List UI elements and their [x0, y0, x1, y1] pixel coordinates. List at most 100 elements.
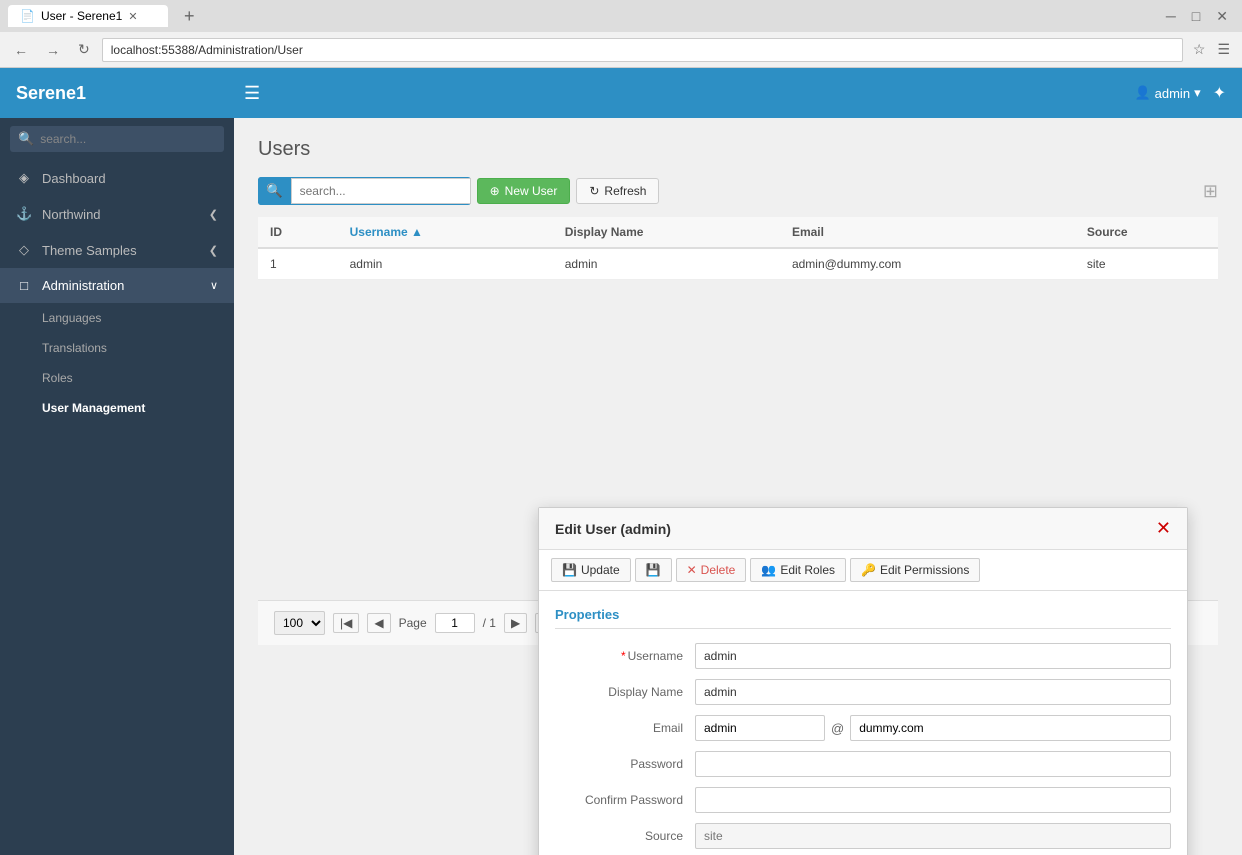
search-button[interactable]: 🔍 [258, 177, 291, 205]
table-row[interactable]: 1 admin admin admin@dummy.com site [258, 248, 1218, 280]
roles-label: Roles [42, 371, 73, 385]
new-tab-button[interactable]: + [176, 6, 203, 27]
cell-display-name: admin [553, 248, 780, 280]
delete-label: Delete [701, 563, 736, 577]
prev-page-button[interactable]: ◀ [367, 613, 390, 633]
sidebar-item-label: Northwind [42, 207, 101, 222]
minimize-button[interactable]: ─ [1160, 6, 1182, 27]
edit-permissions-button[interactable]: 🔑 Edit Permissions [850, 558, 980, 582]
permissions-icon: 🔑 [861, 563, 876, 577]
page-icon: 📄 [20, 9, 35, 23]
email-label: Email [555, 721, 695, 735]
table-section: ID Username ▲ Display Name Email Source … [258, 217, 1218, 280]
password-input[interactable] [695, 751, 1171, 777]
update-label: Update [581, 563, 620, 577]
browser-chrome: 📄 User - Serene1 ✕ + ─ □ ✕ ← → ↻ ☆ ☰ [0, 0, 1242, 68]
new-user-button[interactable]: ⊕ New User [477, 178, 571, 204]
col-display-name[interactable]: Display Name [553, 217, 780, 248]
col-username[interactable]: Username ▲ [338, 217, 553, 248]
save-icon-button[interactable]: 💾 [635, 558, 672, 582]
plus-icon: ⊕ [490, 184, 500, 198]
page-size-select[interactable]: 100 50 25 [274, 611, 325, 635]
hamburger-button[interactable]: ☰ [236, 79, 268, 108]
modal-toolbar: 💾 Update 💾 ✕ Delete 👥 [539, 550, 1187, 591]
users-table: ID Username ▲ Display Name Email Source … [258, 217, 1218, 280]
chevron-icon: ❮ [209, 244, 218, 257]
sidebar-item-translations[interactable]: Translations [0, 333, 234, 363]
email-row: Email @ [555, 715, 1171, 741]
menu-icon[interactable]: ☰ [1213, 39, 1234, 60]
next-page-button[interactable]: ▶ [504, 613, 527, 633]
sidebar-item-dashboard[interactable]: ◈ Dashboard [0, 160, 234, 196]
at-symbol: @ [831, 721, 844, 736]
modal-close-button[interactable]: ✕ [1156, 518, 1171, 539]
email-domain-input[interactable] [850, 715, 1171, 741]
northwind-icon: ⚓ [16, 206, 32, 222]
column-picker-icon[interactable]: ⊞ [1203, 181, 1218, 201]
sidebar-search-box: 🔍 [0, 118, 234, 160]
col-id[interactable]: ID [258, 217, 338, 248]
browser-tab[interactable]: 📄 User - Serene1 ✕ [8, 5, 168, 27]
update-button[interactable]: 💾 Update [551, 558, 631, 582]
sidebar-item-languages[interactable]: Languages [0, 303, 234, 333]
maximize-button[interactable]: □ [1186, 6, 1206, 27]
back-button[interactable]: ← [8, 40, 34, 60]
chevron-icon: ❮ [209, 208, 218, 221]
toolbar-search-input[interactable] [291, 178, 471, 204]
sidebar-item-user-management[interactable]: User Management [0, 393, 234, 423]
delete-icon: ✕ [687, 563, 697, 577]
bookmark-icon[interactable]: ☆ [1189, 39, 1210, 60]
share-icon[interactable]: ✦ [1213, 83, 1226, 103]
header-right: 👤 admin ▾ ✦ [1134, 83, 1226, 103]
toolbar-search-wrap: 🔍 [258, 177, 471, 205]
main-layout: 🔍 ◈ Dashboard ⚓ Northwind ❮ ◇ Theme Samp… [0, 118, 1242, 855]
sidebar-item-roles[interactable]: Roles [0, 363, 234, 393]
properties-section-title: Properties [555, 607, 1171, 629]
username-input[interactable] [695, 643, 1171, 669]
reload-button[interactable]: ↻ [72, 39, 96, 60]
username-row: Username [555, 643, 1171, 669]
page-input[interactable] [435, 613, 475, 633]
forward-button[interactable]: → [40, 40, 66, 60]
confirm-password-row: Confirm Password [555, 787, 1171, 813]
browser-titlebar: 📄 User - Serene1 ✕ + ─ □ ✕ [0, 0, 1242, 32]
sidebar-item-label: Dashboard [42, 171, 106, 186]
source-row: Source [555, 823, 1171, 849]
app-logo: Serene1 [16, 83, 236, 104]
admin-icon: □ [16, 278, 32, 293]
floppy-icon: 💾 [646, 563, 661, 577]
tab-close-button[interactable]: ✕ [128, 10, 137, 23]
first-page-button[interactable]: |◀ [333, 613, 359, 633]
sidebar-search-input[interactable] [40, 132, 216, 146]
browser-nav: ← → ↻ ☆ ☰ [0, 32, 1242, 68]
username-label: Username [555, 649, 695, 663]
admin-menu-button[interactable]: 👤 admin ▾ [1134, 85, 1200, 101]
cell-username: admin [338, 248, 553, 280]
confirm-password-input[interactable] [695, 787, 1171, 813]
edit-roles-label: Edit Roles [780, 563, 835, 577]
sidebar-search-wrap[interactable]: 🔍 [10, 126, 224, 152]
col-email[interactable]: Email [780, 217, 1075, 248]
modal-content: Properties Username Display Name Email [539, 591, 1187, 855]
close-button[interactable]: ✕ [1210, 6, 1234, 27]
theme-icon: ◇ [16, 242, 32, 258]
sidebar-item-northwind[interactable]: ⚓ Northwind ❮ [0, 196, 234, 232]
col-source[interactable]: Source [1075, 217, 1218, 248]
display-name-input[interactable] [695, 679, 1171, 705]
total-pages: / 1 [483, 616, 496, 630]
address-bar[interactable] [102, 38, 1183, 62]
sidebar-item-theme-samples[interactable]: ◇ Theme Samples ❮ [0, 232, 234, 268]
email-local-input[interactable] [695, 715, 825, 741]
cell-id: 1 [258, 248, 338, 280]
content-area: Users 🔍 ⊕ New User ↻ Refresh [234, 118, 1242, 855]
sidebar-item-administration[interactable]: □ Administration ∨ [0, 268, 234, 303]
refresh-button[interactable]: ↻ Refresh [576, 178, 659, 204]
sidebar-item-label: Administration [42, 278, 124, 293]
modal-header: Edit User (admin) ✕ [539, 508, 1187, 550]
delete-button[interactable]: ✕ Delete [676, 558, 747, 582]
edit-roles-button[interactable]: 👥 Edit Roles [750, 558, 846, 582]
display-name-label: Display Name [555, 685, 695, 699]
source-label: Source [555, 829, 695, 843]
translations-label: Translations [42, 341, 107, 355]
languages-label: Languages [42, 311, 101, 325]
